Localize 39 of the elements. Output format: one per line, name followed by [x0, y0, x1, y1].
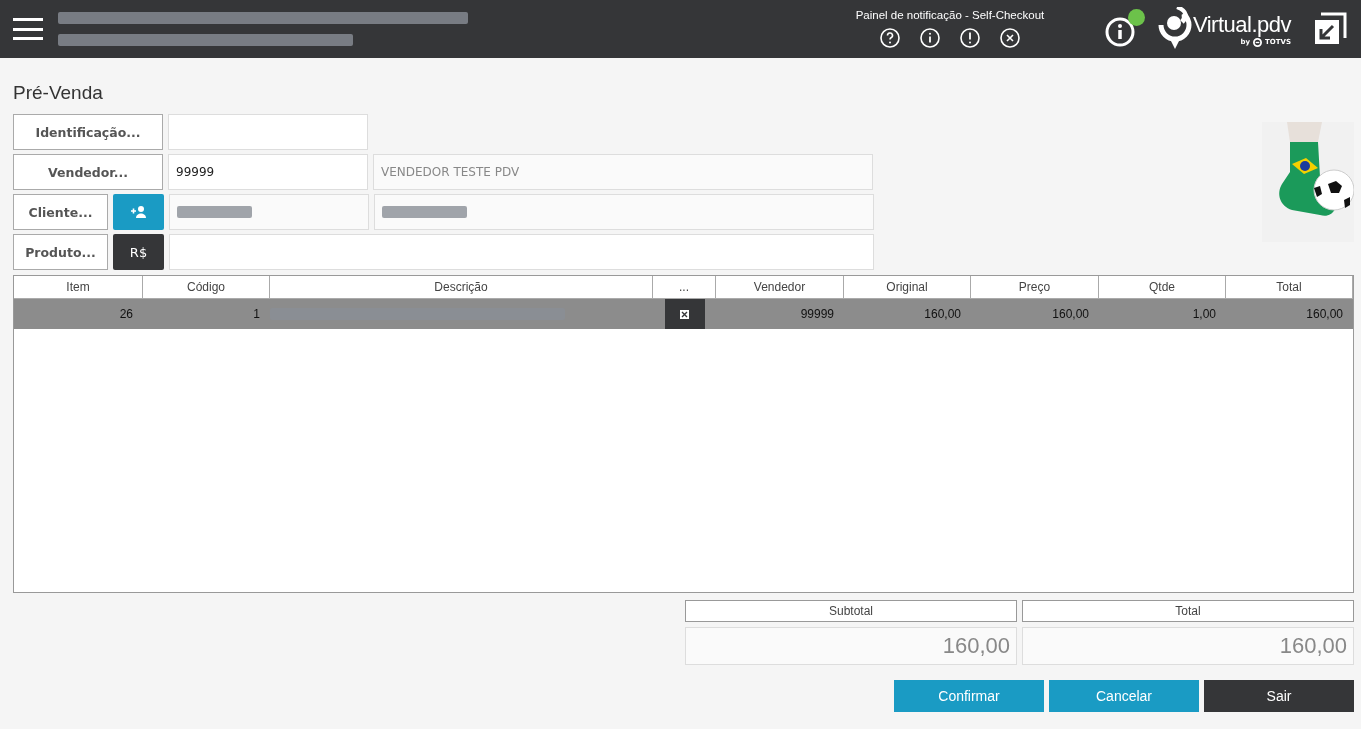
table-cell-text: 1,00	[1191, 307, 1217, 321]
vendor-logo-icon	[1253, 37, 1263, 47]
info-icon[interactable]	[1104, 9, 1145, 49]
table-cell-text: 160,00	[1051, 307, 1090, 321]
lookup-button[interactable]: Identificação...	[13, 114, 163, 150]
close-icon[interactable]	[998, 27, 1021, 49]
total-value: 160,00	[1022, 627, 1354, 665]
page-title: Pré-Venda	[13, 82, 104, 104]
table-row[interactable]: 26 1 99999 160,00 160,00 1,00 160,00	[14, 299, 1353, 329]
add-person-icon	[130, 206, 147, 218]
input-field[interactable]	[168, 114, 368, 150]
description-field[interactable]	[374, 194, 874, 230]
notification-title: Painel de notificação - Self-Checkout	[855, 9, 1045, 21]
add-person-button[interactable]	[113, 194, 164, 230]
lookup-button[interactable]: Produto...	[13, 234, 108, 270]
lookup-button[interactable]: Cliente...	[13, 194, 108, 230]
table-cell-text: 26	[118, 307, 134, 321]
action-button[interactable]: Sair	[1204, 680, 1354, 712]
delete-button[interactable]	[664, 299, 705, 329]
logo-icon	[1156, 7, 1193, 51]
brand-name: Virtual.pdv	[1192, 11, 1291, 38]
help-icon[interactable]	[878, 27, 901, 49]
exit-fullscreen-icon[interactable]	[1313, 12, 1347, 46]
total-value: 160,00	[685, 627, 1017, 665]
warning-icon[interactable]	[958, 27, 981, 49]
price-button[interactable]: R$	[113, 234, 164, 270]
info-icon[interactable]	[918, 27, 941, 49]
input-field[interactable]	[169, 234, 874, 270]
table-cell-text: 160,00	[1305, 307, 1344, 321]
total-label: Total	[1022, 600, 1354, 622]
table-cell-text: 160,00	[923, 307, 962, 321]
total-label: Subtotal	[685, 600, 1017, 622]
table-cell-text: 1	[252, 307, 261, 321]
table-cell-text: 99999	[799, 307, 835, 321]
delete-icon	[680, 309, 689, 319]
input-field[interactable]	[169, 194, 369, 230]
lookup-button[interactable]: Vendedor...	[13, 154, 163, 190]
menu-icon[interactable]	[13, 18, 43, 40]
input-field[interactable]: 99999	[168, 154, 368, 190]
